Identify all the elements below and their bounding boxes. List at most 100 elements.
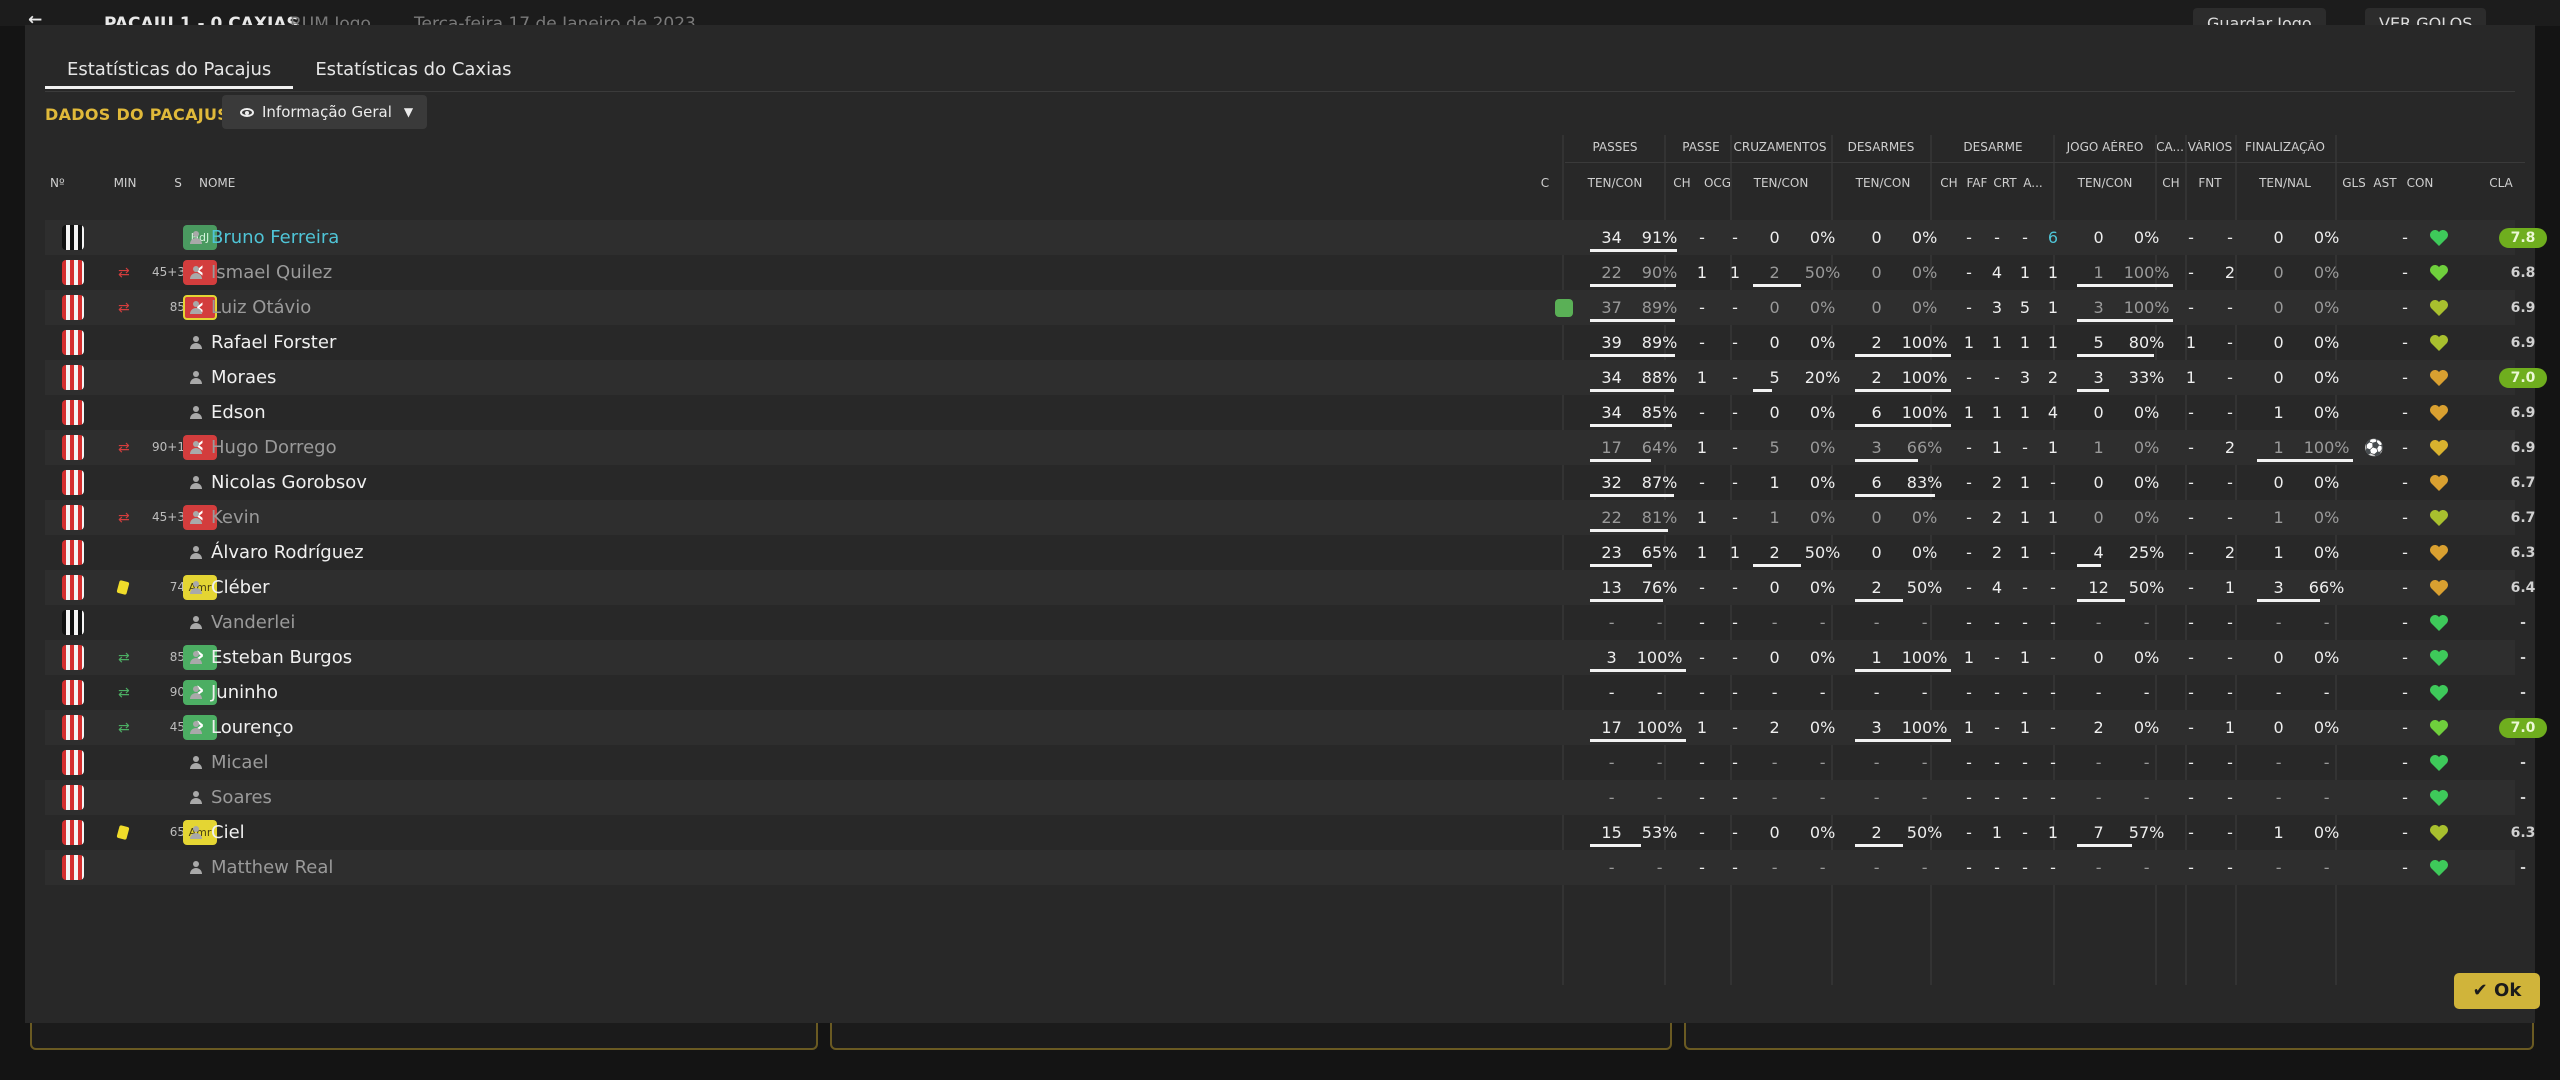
table-row[interactable]: Álvaro Rodríguez 23 65% 1 1 2 50% 0 0% -2 1-4 25% -2… (45, 535, 2535, 570)
column-header-aereo[interactable]: TEN/CON (2055, 176, 2155, 190)
table-row[interactable]: ⇄ 45+3 ‹ Ismael Quilez 22 90% 1 1 2 50% 0 0% -4 1 1 1 10… (45, 255, 2535, 290)
player-name[interactable]: Esteban Burgos (211, 640, 352, 675)
table-row[interactable]: ⇄ 90 › Juninho - - - - - - - - - - - - - - - - - - - - (45, 675, 2526, 710)
column-header-ch2[interactable]: CH (1935, 176, 1963, 190)
column-header-ch1[interactable]: CH (1667, 176, 1697, 190)
table-row[interactable]: Rafael Forster 39 89% - -0 0% 2 100% 1 1 1 1 5 80% 1-0… (45, 325, 2535, 360)
player-name-cell[interactable]: Cléber (190, 570, 270, 605)
player-name-cell[interactable]: Kevin (190, 500, 260, 535)
stat-dch: 1 (1963, 403, 1975, 422)
column-header-cruz[interactable]: TEN/CON (1731, 176, 1831, 190)
player-name[interactable]: Rafael Forster (211, 325, 336, 360)
ok-button[interactable]: ✔ Ok (2454, 973, 2540, 1009)
column-header-desarmes[interactable]: TEN/CON (1833, 176, 1933, 190)
column-header-min[interactable]: MIN (105, 176, 145, 190)
player-name[interactable]: Moraes (211, 360, 276, 395)
stat-ae-pct: 0% (2133, 508, 2160, 527)
player-name-cell[interactable]: Vanderlei (190, 605, 295, 640)
player-name-cell[interactable]: Ciel (190, 815, 245, 850)
player-name-cell[interactable]: Esteban Burgos (190, 640, 352, 675)
column-header-final[interactable]: TEN/NAL (2235, 176, 2335, 190)
table-row[interactable]: Edson 34 85% - -0 0% 6 100% 1 1 1 4 0 0% - -1 0% -6.9 (45, 395, 2535, 430)
player-name-cell[interactable]: Luiz Otávio (190, 290, 311, 325)
person-icon (190, 686, 202, 699)
stat-ch: 1 (1696, 718, 1708, 737)
table-row[interactable]: ⇄ 45+3 ‹ Kevin 22 81% 1-1 0% 0 0% -2 1 1 0 0% - -1 0% -6.7 (45, 500, 2535, 535)
column-header-passes[interactable]: TEN/CON (1565, 176, 1665, 190)
stat-fi-attempts: 1 (2273, 823, 2284, 842)
column-header-crt[interactable]: CRT (1990, 176, 2020, 190)
player-name[interactable]: Micael (211, 745, 269, 780)
tab-pacajus-stats[interactable]: Estatísticas do Pacajus (45, 55, 294, 89)
table-row[interactable]: 65 Amr Ciel 15 53% - -0 0% 2 50% -1-1 7 57% - -1 0% -6.3 (45, 815, 2535, 850)
column-header-s[interactable]: S (168, 176, 188, 190)
column-header-fnt[interactable]: FNT (2185, 176, 2235, 190)
column-header-con[interactable]: CON (2400, 176, 2440, 190)
column-header-nome[interactable]: NOME (199, 176, 259, 190)
player-name[interactable]: Kevin (211, 500, 260, 535)
minute-label: 45+3 (152, 510, 185, 524)
stat-ocg: - (1732, 473, 1738, 492)
table-row[interactable]: HdJ Bruno Ferreira 34 91% - -0 0% 0 0% - - -6 0 0% - -0… (45, 220, 2547, 255)
kit-icon (62, 400, 84, 425)
stat-gls (2359, 570, 2389, 605)
column-header-faf[interactable]: FAF (1962, 176, 1992, 190)
column-header-no[interactable]: Nº (50, 176, 80, 190)
player-name[interactable]: Luiz Otávio (211, 290, 311, 325)
stat-ae-pct: 50% (2128, 578, 2165, 597)
player-name[interactable]: Bruno Ferreira (211, 220, 339, 255)
player-name-cell[interactable]: Matthew Real (190, 850, 333, 885)
table-row[interactable]: Vanderlei - - - - - - - - - - - - - - - - - - - - (45, 605, 2526, 640)
player-name[interactable]: Juninho (211, 675, 278, 710)
player-name[interactable]: Soares (211, 780, 272, 815)
stat-fi-pct: 0% (2313, 543, 2340, 562)
player-name[interactable]: Álvaro Rodríguez (211, 535, 364, 570)
player-name[interactable]: Vanderlei (211, 605, 295, 640)
player-name-cell[interactable]: Juninho (190, 675, 278, 710)
player-name-cell[interactable]: Soares (190, 780, 272, 815)
column-header-ast[interactable]: AST (2370, 176, 2400, 190)
column-header-c[interactable]: C (1535, 176, 1555, 190)
table-row[interactable]: ⇄ 90+1 ‹ Hugo Dorrego 17 64% 1-5 0% 3 66% -1-1 1 0% -… (45, 430, 2535, 465)
player-name-cell[interactable]: Ismael Quilez (190, 255, 332, 290)
tab-caxias-stats[interactable]: Estatísticas do Caxias (293, 55, 533, 89)
player-name-cell[interactable]: Edson (190, 395, 266, 430)
player-name-cell[interactable]: Nicolas Gorobsov (190, 465, 367, 500)
player-name[interactable]: Hugo Dorrego (211, 430, 337, 465)
stat-p: -- (1590, 780, 1686, 815)
table-row[interactable]: Matthew Real - - - - - - - - - - - - - - - - - - - - (45, 850, 2526, 885)
player-name-cell[interactable]: Lourenço (190, 710, 294, 745)
player-name[interactable]: Ciel (211, 815, 245, 850)
table-row[interactable]: 74 Amr Cléber 13 76% - -0 0% 2 50% -4- -12 50% -1 3 66%… (45, 570, 2535, 605)
player-name-cell[interactable]: Bruno Ferreira (190, 220, 339, 255)
player-name[interactable]: Nicolas Gorobsov (211, 465, 367, 500)
player-rating: - (2520, 790, 2526, 806)
player-name[interactable]: Matthew Real (211, 850, 333, 885)
stat-cr-pct: 0% (1809, 718, 1836, 737)
view-dropdown[interactable]: Informação Geral ▼ (222, 95, 427, 129)
table-row[interactable]: ⇄ 85 ‹ Luiz Otávio 37 89% - -0 0% 0 0% -3 5 1 3 100% - -0… (45, 290, 2535, 325)
column-header-cla[interactable]: CLA (2477, 176, 2525, 190)
player-name[interactable]: Cléber (211, 570, 270, 605)
player-name[interactable]: Ismael Quilez (211, 255, 332, 290)
table-row[interactable]: Nicolas Gorobsov 32 87% - -1 0% 6 83% -2 1-0 0% - -0… (45, 465, 2535, 500)
stat-ca: - (2188, 298, 2194, 317)
stat-ae-pct: - (2143, 683, 2150, 702)
player-name-cell[interactable]: Hugo Dorrego (190, 430, 337, 465)
stat-ds-attempts: - (1873, 788, 1880, 807)
player-name-cell[interactable]: Álvaro Rodríguez (190, 535, 364, 570)
player-name-cell[interactable]: Moraes (190, 360, 276, 395)
column-header-a[interactable]: A... (2018, 176, 2048, 190)
table-row[interactable]: Micael - - - - - - - - - - - - - - - - - - - - (45, 745, 2526, 780)
player-name[interactable]: Lourenço (211, 710, 294, 745)
column-header-ch3[interactable]: CH (2157, 176, 2185, 190)
table-row[interactable]: ⇄ 85 › Esteban Burgos 3 100% - -0 0% 1 100% 1-1-0 0%… (45, 640, 2526, 675)
table-row[interactable]: Moraes 34 88% 1-5 20% 2 100% - -3 2 3 33% 1-0 0% -7.0 (45, 360, 2547, 395)
player-name[interactable]: Edson (211, 395, 266, 430)
sub-out-icon: ⇄ (118, 300, 130, 316)
player-name-cell[interactable]: Rafael Forster (190, 325, 336, 360)
player-name-cell[interactable]: Micael (190, 745, 269, 780)
table-row[interactable]: ⇄ 45 › Lourenço 17 100% 1-2 0% 3 100% 1-1-2 0% -1 0 0%… (45, 710, 2547, 745)
table-row[interactable]: Soares - - - - - - - - - - - - - - - - - - - - (45, 780, 2526, 815)
column-header-gls[interactable]: GLS (2339, 176, 2369, 190)
